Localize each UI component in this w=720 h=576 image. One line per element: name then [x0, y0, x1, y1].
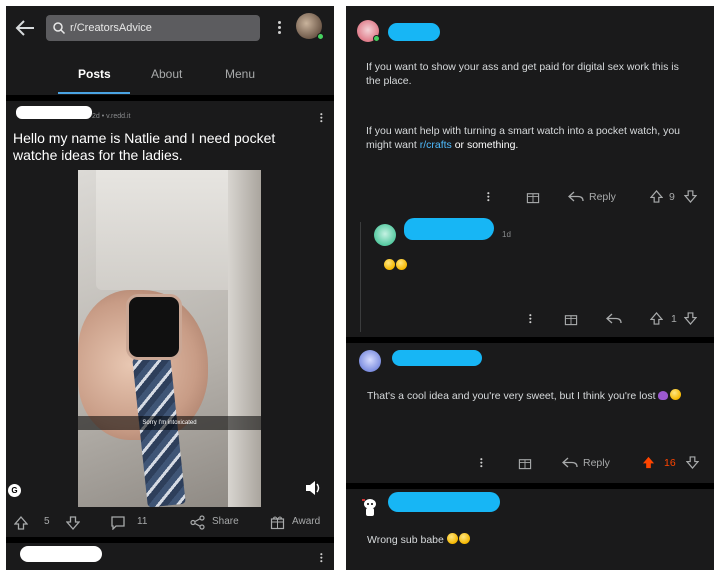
user-avatar[interactable]: [296, 13, 324, 40]
post-screen: r/CreatorsAdvice Posts About Menu 2d • v…: [6, 6, 334, 570]
redacted-username: [16, 106, 92, 119]
reply-icon[interactable]: [606, 312, 622, 325]
comment-text: That's a cool idea and you're very sweet…: [367, 389, 697, 403]
comment-action-bar: Reply 9: [346, 186, 714, 208]
online-indicator: [317, 33, 324, 40]
award-icon[interactable]: [270, 515, 285, 530]
reply-button[interactable]: Reply: [583, 457, 610, 469]
avatar[interactable]: [374, 224, 396, 246]
comment-icon[interactable]: [110, 515, 126, 530]
divider: [346, 483, 714, 489]
comment-action-bar: 1: [346, 308, 714, 330]
search-icon: [53, 22, 66, 35]
more-vertical-icon[interactable]: [485, 191, 492, 204]
vote-count: 9: [669, 191, 675, 203]
sound-icon[interactable]: [303, 479, 323, 497]
post-more-icon[interactable]: [318, 112, 325, 125]
upvote-icon[interactable]: [642, 456, 655, 469]
emoji-reaction: [384, 259, 408, 273]
upvote-icon[interactable]: [650, 312, 663, 325]
comment-text-part: or something.: [451, 139, 519, 151]
comment-count[interactable]: 11: [137, 516, 147, 527]
award-icon[interactable]: [564, 312, 578, 326]
reply-icon[interactable]: [562, 456, 578, 469]
tab-posts[interactable]: Posts: [78, 67, 111, 81]
comment-text: If you want help with turning a smart wa…: [366, 124, 696, 152]
redacted-username: [392, 350, 482, 366]
divider: [346, 337, 714, 343]
online-indicator: [373, 35, 380, 42]
more-vertical-icon[interactable]: [274, 19, 284, 37]
redacted-username: [20, 546, 102, 562]
laughing-emoji-icon: [446, 533, 458, 544]
avatar[interactable]: [359, 350, 381, 372]
gif-icon[interactable]: G: [8, 484, 21, 497]
award-icon[interactable]: [526, 190, 540, 204]
vote-count: 16: [664, 457, 676, 469]
tab-menu[interactable]: Menu: [225, 67, 255, 81]
comment-text-part: That's a cool idea and you're very sweet…: [367, 390, 656, 402]
vote-count: 1: [671, 313, 677, 325]
top-bar: r/CreatorsAdvice: [6, 6, 334, 50]
comments-screen: If you want to show your ass and get pai…: [346, 6, 714, 570]
reply-icon[interactable]: [568, 190, 584, 203]
avatar[interactable]: [360, 496, 380, 518]
redacted-username: [404, 218, 494, 240]
redacted-username: [388, 23, 440, 41]
downvote-icon[interactable]: [66, 516, 80, 530]
redacted-username: [388, 492, 500, 512]
comment-text-part: Wrong sub babe: [367, 534, 444, 546]
share-icon[interactable]: [190, 515, 206, 530]
laughing-emoji-icon: [458, 533, 470, 544]
post-title[interactable]: Hello my name is Natlie and I need pocke…: [13, 130, 313, 164]
downvote-icon[interactable]: [684, 312, 697, 325]
snoo-avatar-icon: [362, 499, 376, 516]
laughing-emoji-icon: [384, 259, 395, 270]
subreddit-tabs: Posts About Menu: [6, 50, 334, 94]
back-arrow-icon[interactable]: [14, 18, 36, 38]
share-button[interactable]: Share: [212, 516, 239, 527]
active-tab-indicator: [58, 92, 130, 94]
more-vertical-icon[interactable]: [478, 457, 485, 470]
downvote-icon[interactable]: [684, 190, 697, 203]
comment-text-part: If you want help with turning a smart wa…: [366, 125, 680, 151]
post-meta: 2d • v.redd.it: [92, 113, 131, 120]
comment-text: Wrong sub babe: [367, 533, 471, 547]
search-text: r/CreatorsAdvice: [70, 22, 152, 34]
more-vertical-icon[interactable]: [527, 313, 534, 326]
downvote-icon[interactable]: [686, 456, 699, 469]
door-frame: [228, 170, 261, 507]
vote-count: 5: [44, 516, 50, 527]
upvote-icon[interactable]: [14, 516, 28, 530]
post-video[interactable]: Sorry I'm intoxicated: [78, 170, 261, 507]
subreddit-link[interactable]: r/crafts: [420, 139, 452, 151]
reply-button[interactable]: Reply: [589, 191, 616, 203]
door: [96, 170, 236, 290]
laughing-emoji-icon: [670, 389, 682, 400]
award-icon[interactable]: [518, 456, 532, 470]
smart-watch: [126, 294, 182, 360]
comment-timestamp: 1d: [502, 230, 511, 239]
purple-heart-icon: [658, 391, 669, 400]
video-caption: Sorry I'm intoxicated: [78, 416, 261, 430]
comment-action-bar: Reply 16: [346, 452, 714, 474]
divider: [6, 95, 334, 101]
post-action-bar: 5 11 Share Award: [6, 510, 334, 536]
divider: [6, 537, 334, 543]
laughing-emoji-icon: [396, 259, 407, 270]
tab-about[interactable]: About: [151, 67, 182, 81]
search-bar[interactable]: r/CreatorsAdvice: [46, 15, 260, 41]
comment-text: If you want to show your ass and get pai…: [366, 61, 679, 87]
upvote-icon[interactable]: [650, 190, 663, 203]
award-button[interactable]: Award: [292, 516, 320, 527]
post-more-icon[interactable]: [318, 552, 325, 565]
